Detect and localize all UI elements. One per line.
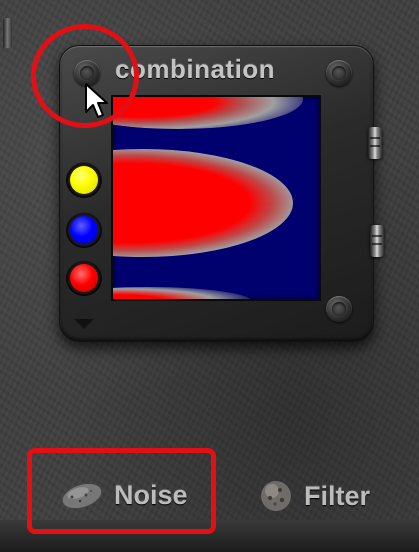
preview-gradient-top: [113, 97, 303, 129]
panel-screw-top-right: [326, 60, 352, 86]
filter-label: Filter: [304, 480, 371, 511]
scroll-down-arrow-icon[interactable]: [74, 319, 94, 329]
panel-resize-screw[interactable]: [326, 296, 352, 322]
preview-gradient-bottom: [113, 287, 253, 299]
left-edge-tab[interactable]: [3, 18, 12, 48]
red-color-swatch: [70, 264, 98, 292]
mouse-pointer-icon: [85, 83, 108, 118]
filter-stone-icon: [261, 481, 291, 511]
output-connector-knob-bottom[interactable]: [370, 225, 384, 257]
noise-button[interactable]: Noise: [60, 480, 188, 511]
yellow-color-swatch: [70, 166, 98, 194]
combination-preview[interactable]: [111, 95, 321, 301]
blue-color-swatch: [70, 216, 98, 244]
color-button-red[interactable]: [66, 260, 102, 296]
output-connector-knob-top[interactable]: [368, 127, 382, 159]
filter-button[interactable]: Filter: [258, 478, 370, 514]
preview-gradient-middle: [113, 149, 293, 257]
noise-label: Noise: [114, 480, 188, 510]
panel-title: combination: [115, 54, 276, 84]
color-button-yellow[interactable]: [66, 162, 102, 198]
color-button-blue[interactable]: [66, 212, 102, 248]
noise-stone-icon: [62, 483, 102, 508]
